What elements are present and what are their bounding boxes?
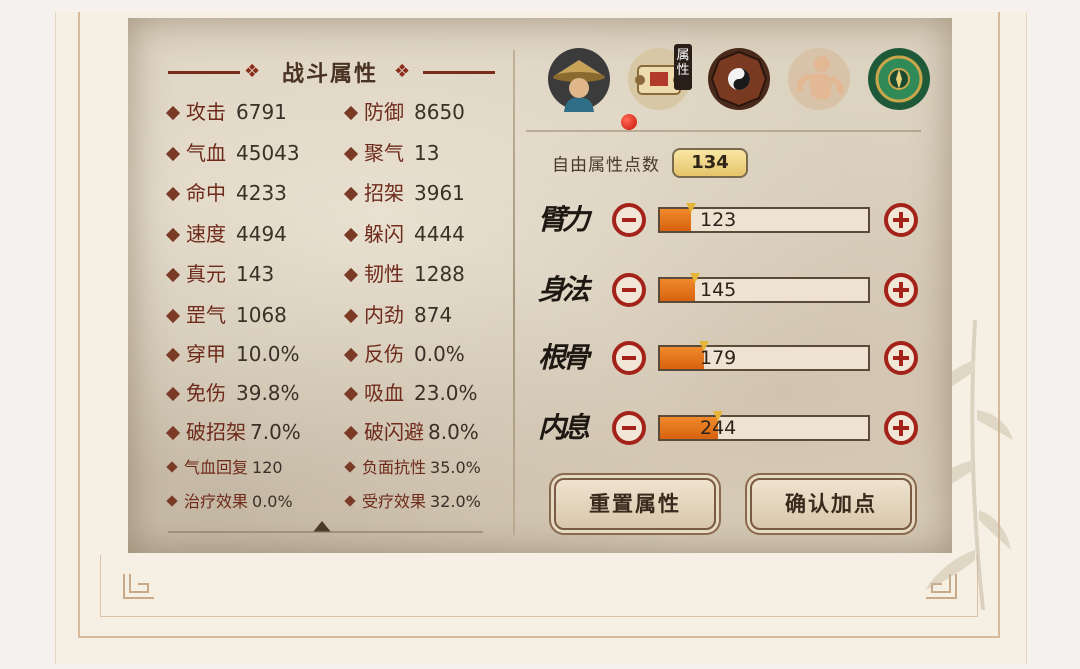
panel-title: 战斗属性 (281, 62, 378, 87)
decrease-strength-button[interactable] (612, 203, 646, 237)
stat-toughness: 韧性 1288 (343, 258, 465, 288)
stat-reflect: 反伤 0.0% (343, 338, 465, 368)
title-rule-left (168, 71, 240, 74)
diamond-bullet-icon (343, 308, 359, 323)
attr-name: 身法 (538, 273, 590, 306)
attr-value: 123 (700, 209, 737, 231)
stat-inner-force: 内劲 874 (343, 299, 452, 329)
diamond-bullet-icon (343, 425, 359, 440)
diamond-bullet-icon (343, 186, 359, 201)
attr-row-strength: 臂力 123 (538, 190, 923, 250)
increase-inner-breath-button[interactable] (884, 411, 918, 445)
stat-gather-qi: 聚气 13 (343, 137, 439, 167)
stat-attack: 攻击 6791 (165, 96, 287, 126)
diamond-bullet-icon (343, 267, 359, 282)
diamond-bullet-icon (343, 347, 359, 362)
diamond-bullet-icon (165, 425, 181, 440)
stat-break-parry: 破招架 7.0% (165, 416, 301, 446)
attr-bar-fill (660, 347, 704, 369)
column-divider (513, 50, 515, 535)
increase-constitution-button[interactable] (884, 341, 918, 375)
reset-attributes-button[interactable]: 重置属性 (554, 478, 716, 530)
tab-bagua-icon[interactable] (706, 46, 772, 112)
diamond-bullet-icon (165, 146, 181, 161)
tab-meridian-body-icon[interactable] (786, 46, 852, 112)
free-points-row: 自由属性点数 134 (552, 148, 748, 178)
decrease-inner-breath-button[interactable] (612, 411, 646, 445)
diamond-bullet-icon (165, 227, 181, 242)
free-points-badge: 134 (672, 148, 748, 178)
stat-speed: 速度 4494 (165, 218, 287, 248)
attr-progress-bar: 123 (658, 203, 870, 233)
stat-dodge: 躲闪 4444 (343, 218, 465, 248)
bar-marker-icon (690, 273, 701, 283)
title-rule-right (423, 71, 495, 74)
attr-name: 根骨 (538, 341, 590, 374)
attr-value: 179 (700, 347, 737, 369)
stat-gang-qi: 罡气 1068 (165, 299, 287, 329)
list-bottom-rule (168, 531, 483, 533)
decrease-constitution-button[interactable] (612, 341, 646, 375)
diamond-bullet-icon (165, 267, 181, 282)
attr-value: 244 (700, 417, 737, 439)
decrease-agility-button[interactable] (612, 273, 646, 307)
notification-dot-icon (621, 114, 637, 130)
panel-title-row: ❖ 战斗属性 ❖ (168, 54, 495, 88)
tab-bar-rule (526, 130, 921, 132)
stat-break-dodge: 破闪避 8.0% (343, 416, 479, 446)
stat-debuff-resist: 负面抗性 35.0% (344, 454, 481, 484)
diamond-bullet-icon (165, 386, 181, 401)
stat-parry: 招架 3961 (343, 177, 465, 207)
diamond-bullet-icon (343, 146, 359, 161)
attr-name: 臂力 (538, 203, 590, 236)
diamond-bullet-icon (166, 460, 178, 473)
diamond-bullet-icon (166, 494, 178, 507)
attr-progress-bar: 179 (658, 341, 870, 371)
stat-heal-effect: 治疗效果 0.0% (166, 488, 293, 518)
free-points-label: 自由属性点数 (552, 155, 660, 176)
stat-damage-reduction: 免伤 39.8% (165, 377, 300, 407)
bar-marker-icon (686, 203, 697, 213)
stat-hp: 气血 45043 (165, 137, 300, 167)
attr-progress-bar: 244 (658, 411, 870, 441)
diamond-bullet-icon (344, 460, 356, 473)
diamond-bullet-icon (343, 105, 359, 120)
attr-row-inner-breath: 内息 244 (538, 398, 923, 458)
stat-defense: 防御 8650 (343, 96, 465, 126)
attr-progress-bar: 145 (658, 273, 870, 303)
increase-agility-button[interactable] (884, 273, 918, 307)
diamond-bullet-icon (165, 347, 181, 362)
tab-character-hat-icon[interactable] (546, 46, 612, 112)
increase-strength-button[interactable] (884, 203, 918, 237)
stat-hit: 命中 4233 (165, 177, 287, 207)
title-ornament-left-icon: ❖ (244, 61, 261, 82)
stat-heal-received: 受疗效果 32.0% (344, 488, 481, 518)
tab-icon-bar: 属性 (546, 44, 936, 130)
diamond-bullet-icon (165, 186, 181, 201)
confirm-points-button[interactable]: 确认加点 (750, 478, 912, 530)
stat-lifesteal: 吸血 23.0% (343, 377, 478, 407)
diamond-bullet-icon (165, 308, 181, 323)
stat-armor-pierce: 穿甲 10.0% (165, 338, 300, 368)
tab-jade-compass-icon[interactable] (866, 46, 932, 112)
tab-selected-tag: 属性 (674, 44, 692, 90)
attr-name: 内息 (538, 411, 590, 444)
attr-value: 145 (700, 279, 737, 301)
stat-hp-regen: 气血回复 120 (166, 454, 283, 484)
diamond-bullet-icon (165, 105, 181, 120)
diamond-bullet-icon (344, 494, 356, 507)
diamond-bullet-icon (343, 227, 359, 242)
stat-true-energy: 真元 143 (165, 258, 274, 288)
attr-row-constitution: 根骨 179 (538, 328, 923, 388)
frame-corner-ornament (123, 574, 154, 599)
attribute-panel: ❖ 战斗属性 ❖ 攻击 6791 气血 45043 命中 4233 速度 4494 真元… (128, 18, 952, 553)
diamond-bullet-icon (343, 386, 359, 401)
title-ornament-right-icon: ❖ (394, 61, 411, 82)
attr-row-agility: 身法 145 (538, 260, 923, 320)
inner-frame (100, 555, 978, 617)
